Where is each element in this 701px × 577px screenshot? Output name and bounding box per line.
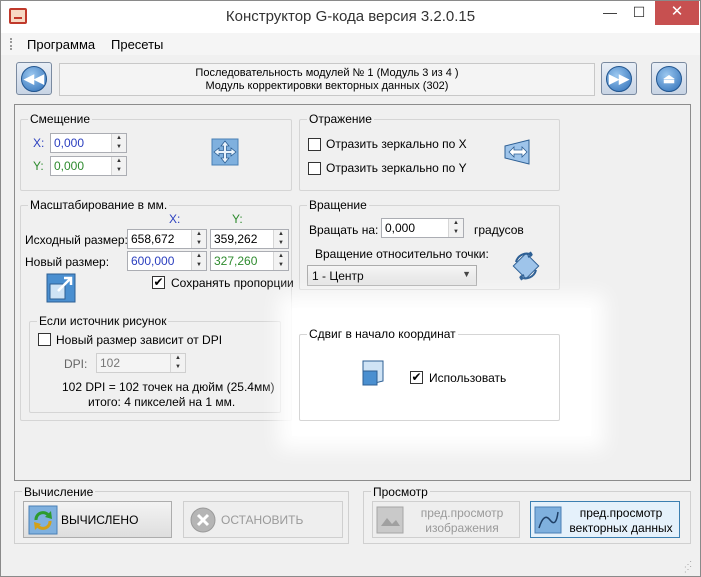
image-source-group: Если источник рисунок Новый размер завис… <box>29 314 281 413</box>
new-y-input[interactable]: 327,260 ▲ ▼ <box>210 251 289 271</box>
new-size-label: Новый размер: <box>25 255 110 269</box>
rotate-by-label: Вращать на: <box>309 223 379 237</box>
mirror-y-checkbox[interactable] <box>308 162 321 175</box>
app-window: Конструктор G-кода версия 3.2.0.15 — ☐ ✕… <box>0 0 701 577</box>
dpi-dependent-label: Новый размер зависит от DPI <box>56 333 223 347</box>
vector-preview-line-1: пред.просмотр <box>579 506 663 520</box>
use-origin-shift-checkbox[interactable]: ✔ <box>410 371 423 384</box>
stop-button-label: ОСТАНОВИТЬ <box>221 513 304 527</box>
offset-x-spinner[interactable]: ▲ ▼ <box>111 134 126 152</box>
offset-y-input[interactable]: 0,000 ▲ ▼ <box>50 156 127 176</box>
offset-y-label: Y: <box>33 159 44 173</box>
image-preview-icon <box>376 506 404 534</box>
calculate-button[interactable]: ВЫЧИСЛЕНО <box>23 501 172 538</box>
eject-button[interactable]: ⏏ <box>651 62 687 95</box>
use-origin-shift-label: Использовать <box>429 371 507 385</box>
dpi-info-line-2: итого: 4 пикселей на 1 мм. <box>88 395 236 409</box>
source-y-spinner[interactable]: ▲ ▼ <box>273 230 288 248</box>
fast-forward-icon: ▶▶ <box>606 66 632 92</box>
eject-icon: ⏏ <box>656 66 682 92</box>
mirror-title: Отражение <box>307 112 374 126</box>
resize-icon <box>46 273 76 303</box>
rotate-angle-spinner[interactable]: ▲ ▼ <box>448 219 463 237</box>
close-button[interactable]: ✕ <box>655 1 699 25</box>
source-y-input[interactable]: 359,262 ▲ ▼ <box>210 229 289 249</box>
prev-module-button[interactable]: ◀◀ <box>16 62 52 95</box>
keep-proportions-label: Сохранять пропорции <box>171 276 294 290</box>
rewind-icon: ◀◀ <box>21 66 47 92</box>
title-bar: Конструктор G-кода версия 3.2.0.15 — ☐ ✕ <box>1 1 700 33</box>
dpi-label: DPI: <box>64 357 88 371</box>
minimize-button[interactable]: — <box>596 1 624 25</box>
offset-x-label: X: <box>33 136 45 150</box>
resize-grip-icon[interactable]: ⋰ ⋰ <box>684 561 694 574</box>
move-arrows-icon <box>211 138 239 166</box>
chevron-down-icon: ▼ <box>462 269 471 279</box>
stop-icon <box>190 507 216 533</box>
offset-group: Смещение X: 0,000 ▲ ▼ Y: 0,000 ▲ ▼ <box>20 112 292 191</box>
maximize-button[interactable]: ☐ <box>625 1 653 25</box>
mirror-x-checkbox[interactable] <box>308 138 321 151</box>
sequence-info: Последовательность модулей № 1 (Модуль 3… <box>59 63 595 96</box>
offset-y-spinner[interactable]: ▲ ▼ <box>111 157 126 175</box>
menu-presets[interactable]: Пресеты <box>111 37 163 52</box>
rotate-angle-input[interactable]: 0,000 ▲ ▼ <box>381 218 464 238</box>
calculation-group: Вычисление ВЫЧИСЛЕНО ОСТАНОВИТЬ <box>14 485 349 544</box>
rotation-title: Вращение <box>307 198 369 212</box>
image-preview-line-1: пред.просмотр <box>420 506 504 520</box>
dpi-dependent-checkbox[interactable] <box>38 333 51 346</box>
keep-proportions-checkbox[interactable]: ✔ <box>152 276 165 289</box>
mirror-x-label: Отразить зеркально по X <box>326 137 467 151</box>
vector-preview-button[interactable]: пред.просмотр векторных данных <box>530 501 680 538</box>
vector-preview-line-2: векторных данных <box>569 521 673 535</box>
scaling-group: Масштабирование в мм. X: Y: Исходный раз… <box>20 198 294 421</box>
rotation-group: Вращение Вращать на: 0,000 ▲ ▼ градусов В… <box>299 198 560 290</box>
menu-grip-icon <box>10 38 13 50</box>
calculate-button-label: ВЫЧИСЛЕНО <box>61 513 139 527</box>
next-module-button[interactable]: ▶▶ <box>601 62 637 95</box>
calculation-title: Вычисление <box>22 485 96 499</box>
rotation-point-select[interactable]: 1 - Центр ▼ <box>307 265 477 286</box>
source-x-input[interactable]: 658,672 ▲ ▼ <box>127 229 207 249</box>
image-preview-line-2: изображения <box>425 521 499 535</box>
scaling-title: Масштабирование в мм. <box>28 198 170 212</box>
origin-shift-icon <box>362 360 384 386</box>
rotate-icon <box>512 251 540 281</box>
refresh-icon <box>28 505 58 535</box>
scaling-col-y: Y: <box>232 212 243 226</box>
mirror-group: Отражение Отразить зеркально по X Отрази… <box>299 112 560 191</box>
menu-bar: Программа Пресеты <box>1 33 700 55</box>
new-x-input[interactable]: 600,000 ▲ ▼ <box>127 251 207 271</box>
degrees-unit-label: градусов <box>474 223 524 237</box>
origin-shift-group: Сдвиг в начало координат ✔ Использовать <box>299 327 560 421</box>
dpi-info-line-1: 102 DPI = 102 точек на дюйм (25.4мм) <box>62 380 275 394</box>
menu-program[interactable]: Программа <box>27 37 95 52</box>
new-y-spinner[interactable]: ▲ ▼ <box>273 252 288 270</box>
mirror-icon <box>504 139 530 165</box>
origin-shift-title: Сдвиг в начало координат <box>307 327 458 341</box>
mirror-y-label: Отразить зеркально по Y <box>326 161 467 175</box>
offset-x-input[interactable]: 0,000 ▲ ▼ <box>50 133 127 153</box>
image-preview-button[interactable]: пред.просмотр изображения <box>372 501 520 538</box>
source-size-label: Исходный размер: <box>25 233 128 247</box>
sequence-line-2: Модуль корректировки векторных данных (3… <box>205 80 449 92</box>
scaling-col-x: X: <box>169 212 181 226</box>
dpi-spinner[interactable]: ▲ ▼ <box>170 354 185 372</box>
sequence-line-1: Последовательность модулей № 1 (Модуль 3… <box>195 67 459 79</box>
source-x-spinner[interactable]: ▲ ▼ <box>191 230 206 248</box>
image-source-title: Если источник рисунок <box>37 314 169 328</box>
dpi-input[interactable]: 102 ▲ ▼ <box>96 353 186 373</box>
offset-title: Смещение <box>28 112 93 126</box>
preview-title: Просмотр <box>371 485 430 499</box>
vector-preview-icon <box>534 506 562 534</box>
preview-group: Просмотр пред.просмотр изображения пред.… <box>363 485 691 544</box>
stop-button[interactable]: ОСТАНОВИТЬ <box>183 501 343 538</box>
new-x-spinner[interactable]: ▲ ▼ <box>191 252 206 270</box>
rotation-point-label: Вращение относительно точки: <box>315 247 489 261</box>
